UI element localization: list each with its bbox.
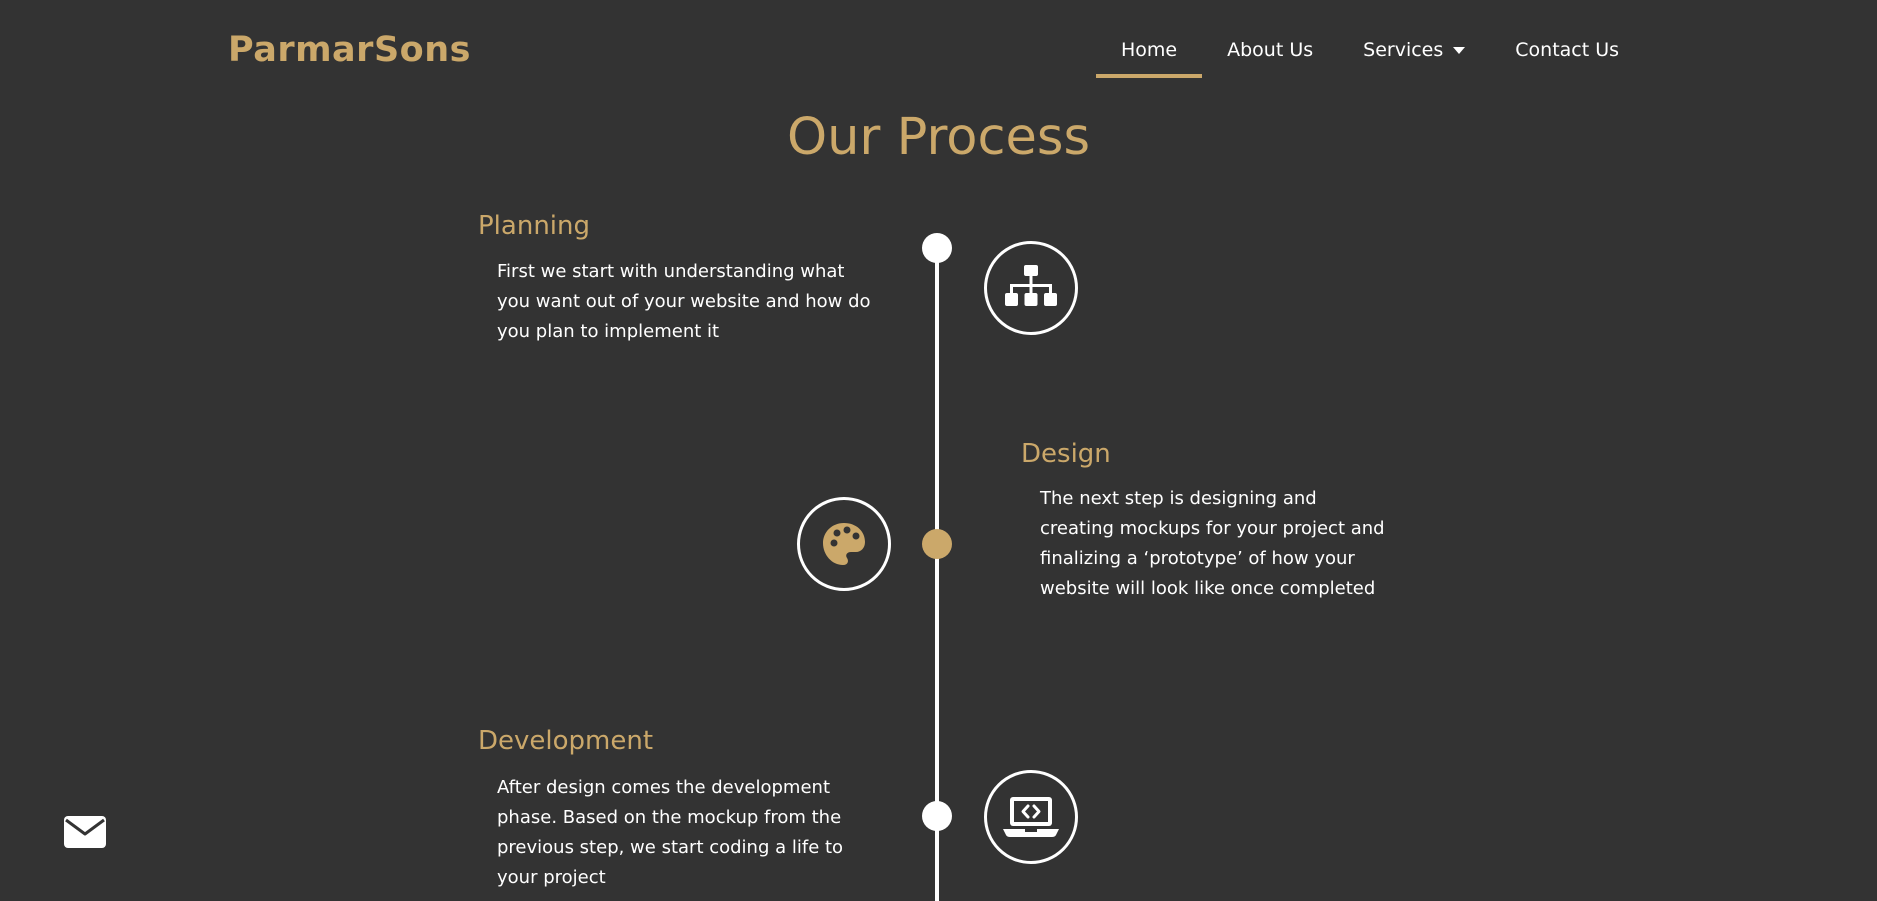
laptop-code-icon xyxy=(1003,797,1059,837)
design-icon-circle xyxy=(797,497,891,591)
nav-about-us[interactable]: About Us xyxy=(1202,30,1338,78)
main-nav: Home About Us Services Contact Us xyxy=(1096,30,1644,80)
step-text-planning: First we start with understanding what y… xyxy=(497,261,871,342)
timeline-dot-design xyxy=(922,529,952,559)
step-text-development: After design comes the development phase… xyxy=(497,777,844,888)
step-title-planning: Planning xyxy=(478,211,590,241)
nav-services[interactable]: Services xyxy=(1338,30,1490,78)
timeline-dot-development xyxy=(922,801,952,831)
nav-home-label: Home xyxy=(1121,39,1178,61)
nav-home[interactable]: Home xyxy=(1096,30,1203,78)
page-title: Our Process xyxy=(786,108,1091,167)
caret-down-icon xyxy=(1453,47,1466,54)
palette-icon xyxy=(823,523,865,565)
timeline-dot-planning xyxy=(922,233,952,263)
nav-contact-us[interactable]: Contact Us xyxy=(1490,30,1644,78)
brand-logo[interactable]: ParmarSons xyxy=(228,26,471,74)
planning-icon-circle xyxy=(984,241,1078,335)
step-text-design: The next step is designing and creating … xyxy=(1040,488,1385,599)
envelope-icon[interactable] xyxy=(64,816,106,848)
nav-about-us-label: About Us xyxy=(1227,39,1314,61)
step-title-design: Design xyxy=(1021,439,1111,469)
nav-services-label: Services xyxy=(1363,39,1444,61)
nav-contact-us-label: Contact Us xyxy=(1515,39,1620,61)
step-title-development: Development xyxy=(478,726,654,756)
sitemap-icon xyxy=(1005,265,1057,306)
development-icon-circle xyxy=(984,770,1078,864)
